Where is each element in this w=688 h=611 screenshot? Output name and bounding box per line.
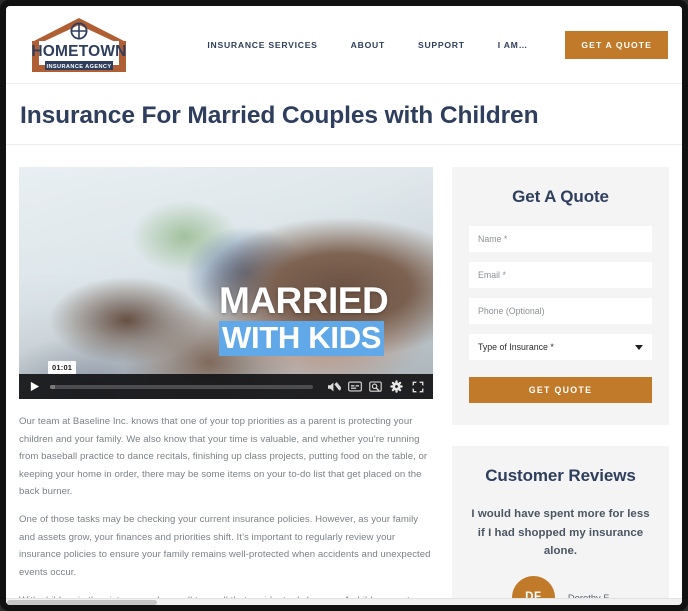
article-body: Our team at Baseline Inc. knows that one…	[19, 399, 433, 605]
type-of-insurance-select-wrapper[interactable]: Type of Insurance *	[469, 334, 652, 361]
header-get-a-quote-button[interactable]: GET A QUOTE	[565, 30, 668, 59]
review-quote-text: I would have spent more for less if I ha…	[471, 508, 650, 558]
horizontal-scrollbar[interactable]	[6, 598, 682, 605]
volume-muted-icon[interactable]	[325, 378, 342, 395]
logo-tagline-text: INSURANCE AGENCY	[47, 63, 112, 69]
video-headline-line1: MARRIED	[219, 280, 389, 322]
video-player[interactable]: MARRIED WITH KIDS 01:01	[19, 167, 433, 400]
get-quote-submit-button[interactable]: GET QUOTE	[469, 377, 652, 404]
article-paragraph-1: Our team at Baseline Inc. knows that one…	[19, 416, 428, 497]
nav-insurance-services[interactable]: INSURANCE SERVICES	[207, 40, 317, 50]
gear-icon[interactable]	[388, 378, 405, 395]
main-navigation: INSURANCE SERVICES ABOUT SUPPORT I AM…	[170, 40, 565, 50]
get-a-quote-title: Get A Quote	[512, 187, 609, 207]
logo-brand-text: HOMETOWN	[31, 43, 126, 60]
fullscreen-icon[interactable]	[409, 378, 426, 395]
nav-i-am[interactable]: I AM…	[498, 40, 528, 50]
article-paragraph-2: One of those tasks may be checking your …	[19, 514, 431, 578]
nav-about[interactable]: ABOUT	[351, 40, 385, 50]
video-progress-buffer	[50, 384, 56, 389]
phone-input[interactable]	[469, 298, 652, 325]
nav-support[interactable]: SUPPORT	[418, 40, 465, 50]
video-progress-bar[interactable]: 01:01	[48, 361, 313, 399]
page-title: Insurance For Married Couples with Child…	[20, 102, 539, 129]
hometown-insurance-logo[interactable]: HOMETOWN INSURANCE AGENCY	[18, 14, 140, 76]
customer-reviews-title: Customer Reviews	[485, 466, 636, 486]
customer-reviews-card: Customer Reviews I would have spent more…	[452, 446, 669, 605]
get-a-quote-card: Get A Quote Type of Insurance * GET QUOT…	[452, 167, 669, 426]
title-block: Insurance For Married Couples with Child…	[6, 84, 682, 146]
video-progress-track	[50, 384, 313, 389]
name-input[interactable]	[469, 226, 652, 253]
horizontal-scrollbar-thumb[interactable]	[7, 600, 157, 605]
email-input[interactable]	[469, 262, 652, 289]
video-quality-icon[interactable]	[367, 378, 384, 395]
content-area: MARRIED WITH KIDS 01:01 Our team at Base…	[6, 145, 682, 605]
video-headline-line2: WITH KIDS	[219, 320, 385, 356]
video-time-tooltip: 01:01	[48, 361, 77, 375]
main-column: MARRIED WITH KIDS 01:01 Our team at Base…	[19, 167, 433, 605]
site-header: HOMETOWN INSURANCE AGENCY INSURANCE SERV…	[6, 6, 682, 84]
play-icon[interactable]	[24, 378, 44, 395]
closed-captions-icon[interactable]	[346, 378, 363, 395]
sidebar: Get A Quote Type of Insurance * GET QUOT…	[452, 167, 669, 605]
page-root: HOMETOWN INSURANCE AGENCY INSURANCE SERV…	[6, 6, 682, 605]
video-headline-overlay: MARRIED WITH KIDS	[219, 280, 433, 356]
type-of-insurance-select[interactable]: Type of Insurance *	[469, 334, 652, 361]
video-control-bar: 01:01	[19, 361, 433, 400]
browser-viewport: HOMETOWN INSURANCE AGENCY INSURANCE SERV…	[0, 0, 688, 611]
